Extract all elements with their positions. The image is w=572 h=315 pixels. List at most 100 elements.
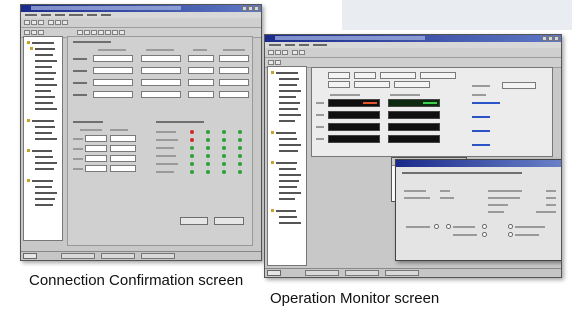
toolbar-button[interactable] <box>62 20 68 25</box>
station-field[interactable] <box>85 155 107 162</box>
start-button[interactable] <box>267 270 281 276</box>
tree-item[interactable] <box>35 132 52 134</box>
station-field[interactable] <box>110 155 136 162</box>
tree-item[interactable] <box>279 90 301 92</box>
tree-item[interactable] <box>32 180 53 182</box>
tree-item[interactable] <box>279 78 299 80</box>
toolbar-button[interactable] <box>55 20 61 25</box>
tree-item[interactable] <box>35 48 55 50</box>
mode-button[interactable] <box>354 72 376 79</box>
maximize-button[interactable] <box>248 6 253 11</box>
station-field[interactable] <box>85 135 107 142</box>
tree-item[interactable] <box>35 198 55 200</box>
menu-item[interactable] <box>69 14 83 16</box>
toolbar-button[interactable] <box>48 20 54 25</box>
value-field[interactable] <box>93 55 133 62</box>
operation-status-tab[interactable] <box>354 81 390 88</box>
station-field[interactable] <box>85 145 107 152</box>
tree-item[interactable] <box>279 180 299 182</box>
toolbar-button[interactable] <box>299 50 305 55</box>
tree-item[interactable] <box>279 174 301 176</box>
close-panel-button[interactable] <box>214 217 244 225</box>
toolbar-button[interactable] <box>268 60 274 65</box>
menu-item[interactable] <box>101 14 111 16</box>
tree-item[interactable] <box>279 150 298 152</box>
toolbar-button[interactable] <box>112 30 118 35</box>
value-field[interactable] <box>141 91 181 98</box>
operation-status-tab[interactable] <box>394 81 430 88</box>
tree-item[interactable] <box>276 210 296 212</box>
taskbar-item[interactable] <box>305 270 339 276</box>
toolbar-button[interactable] <box>84 30 90 35</box>
tree-item[interactable] <box>279 192 301 194</box>
menu-item[interactable] <box>313 44 327 46</box>
tree-item[interactable] <box>35 192 57 194</box>
operation-status-tab[interactable] <box>420 72 456 79</box>
toolbar-button[interactable] <box>275 60 281 65</box>
tree-item[interactable] <box>279 144 301 146</box>
tree-item[interactable] <box>35 138 57 140</box>
tree-item[interactable] <box>35 60 57 62</box>
monitor-button[interactable] <box>502 82 536 89</box>
toolbar-button[interactable] <box>24 20 30 25</box>
menu-item[interactable] <box>41 14 51 16</box>
value-field[interactable] <box>188 79 214 86</box>
status-link[interactable] <box>472 116 490 118</box>
tree-item[interactable] <box>35 186 52 188</box>
minimize-button[interactable] <box>242 6 247 11</box>
value-field[interactable] <box>219 55 249 62</box>
status-link[interactable] <box>472 144 490 146</box>
option-radio[interactable] <box>508 224 513 229</box>
menu-item[interactable] <box>55 14 65 16</box>
tree-item[interactable] <box>279 216 297 218</box>
tree-item[interactable] <box>279 108 298 110</box>
tree-item[interactable] <box>279 186 297 188</box>
mode-button[interactable] <box>328 72 350 79</box>
start-button[interactable] <box>23 253 37 259</box>
option-radio[interactable] <box>482 224 487 229</box>
tree-item[interactable] <box>279 222 301 224</box>
toolbar-button[interactable] <box>282 50 288 55</box>
toolbar-button[interactable] <box>31 30 37 35</box>
tree-item[interactable] <box>35 126 55 128</box>
tree-item[interactable] <box>279 120 295 122</box>
menu-item[interactable] <box>285 44 295 46</box>
value-field[interactable] <box>141 55 181 62</box>
tree-item[interactable] <box>279 138 297 140</box>
minimize-button[interactable] <box>542 36 547 41</box>
taskbar-item[interactable] <box>101 253 135 259</box>
taskbar-item[interactable] <box>345 270 379 276</box>
toolbar-button[interactable] <box>77 30 83 35</box>
tree-item[interactable] <box>35 108 57 110</box>
tree-item[interactable] <box>35 54 53 56</box>
value-field[interactable] <box>141 67 181 74</box>
toolbar-button[interactable] <box>98 30 104 35</box>
tree-item[interactable] <box>279 84 297 86</box>
menu-item[interactable] <box>269 44 281 46</box>
close-button[interactable] <box>254 6 259 11</box>
taskbar-item[interactable] <box>141 253 175 259</box>
taskbar-item[interactable] <box>385 270 419 276</box>
toolbar-button[interactable] <box>268 50 274 55</box>
tree-item[interactable] <box>35 168 54 170</box>
status-link[interactable] <box>472 102 500 104</box>
option-radio[interactable] <box>434 224 439 229</box>
project-tree[interactable] <box>23 36 63 241</box>
value-field[interactable] <box>141 79 181 86</box>
option-radio[interactable] <box>482 232 487 237</box>
tree-item[interactable] <box>279 96 296 98</box>
tree-item[interactable] <box>276 162 297 164</box>
tree-item[interactable] <box>35 204 53 206</box>
value-field[interactable] <box>188 55 214 62</box>
close-button[interactable] <box>554 36 559 41</box>
station-field[interactable] <box>110 165 136 172</box>
toolbar-button[interactable] <box>24 30 30 35</box>
taskbar-item[interactable] <box>61 253 95 259</box>
apply-button[interactable] <box>180 217 208 225</box>
tree-item[interactable] <box>35 162 57 164</box>
status-link[interactable] <box>472 130 490 132</box>
tree-item[interactable] <box>279 168 296 170</box>
tree-item[interactable] <box>279 102 300 104</box>
value-field[interactable] <box>188 67 214 74</box>
value-field[interactable] <box>219 67 249 74</box>
